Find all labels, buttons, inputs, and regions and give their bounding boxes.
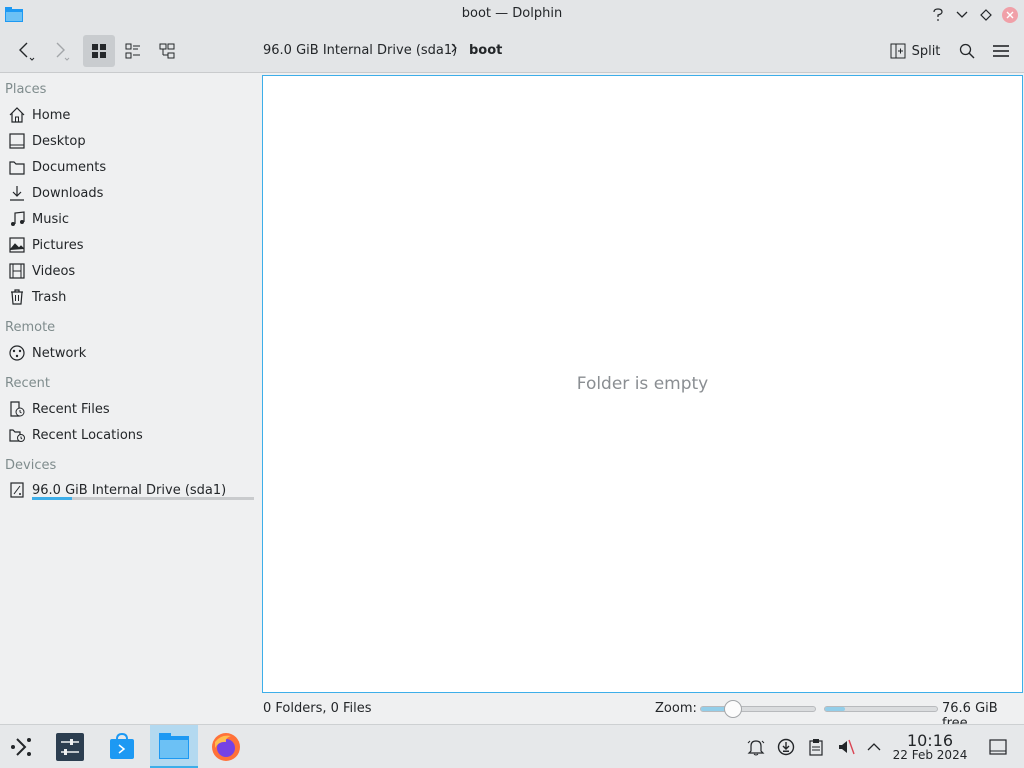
free-space-fill (825, 707, 846, 711)
music-icon (8, 210, 26, 228)
documents-icon (8, 158, 26, 176)
breadcrumb-item-current[interactable]: boot (469, 43, 502, 58)
zoom-label: Zoom: (655, 701, 697, 716)
place-music[interactable]: Music (0, 206, 258, 232)
place-pictures[interactable]: Pictures (0, 232, 258, 258)
free-space-bar (824, 706, 938, 712)
show-desktop-icon[interactable] (988, 737, 1008, 757)
notifications-icon[interactable] (746, 737, 766, 757)
place-label: Pictures (32, 237, 84, 253)
place-downloads[interactable]: Downloads (0, 180, 258, 206)
place-label: Documents (32, 159, 107, 175)
drive-capacity-fill (32, 497, 72, 500)
minimize-icon[interactable] (952, 5, 972, 25)
places-panel: Places Home Desktop Documents Downloads … (0, 74, 260, 694)
place-label: Downloads (32, 185, 104, 201)
place-label: Videos (32, 263, 76, 279)
firefox-button[interactable] (204, 725, 248, 768)
trash-icon (8, 288, 26, 306)
place-trash[interactable]: Trash (0, 284, 258, 310)
drive-icon (8, 481, 26, 499)
details-view-button[interactable] (151, 35, 183, 67)
system-settings-icon (56, 733, 84, 761)
split-button[interactable]: Split (886, 35, 944, 67)
title-bar[interactable]: boot — Dolphin (0, 0, 1024, 29)
main-toolbar: 96.0 GiB Internal Drive (sda1) boot Spli… (0, 29, 1024, 73)
discover-icon (110, 733, 134, 759)
device-label: 96.0 GiB Internal Drive (sda1) (32, 482, 227, 498)
volume-muted-icon[interactable] (836, 737, 856, 757)
place-videos[interactable]: Videos (0, 258, 258, 284)
place-recent-files[interactable]: Recent Files (0, 396, 258, 422)
compact-view-icon (125, 43, 140, 59)
app-launcher-icon (11, 738, 31, 756)
recent-section-title: Recent (5, 376, 50, 391)
network-icon (8, 344, 26, 362)
window-title: boot — Dolphin (461, 6, 563, 21)
folder-summary: 0 Folders, 0 Files (263, 701, 372, 716)
compact-view-button[interactable] (117, 35, 149, 67)
help-icon[interactable] (928, 5, 948, 25)
empty-folder-message: Folder is empty (576, 374, 709, 394)
hamburger-menu-icon (993, 45, 1009, 57)
devices-section-title: Devices (5, 458, 57, 473)
maximize-icon[interactable] (976, 5, 996, 25)
back-button[interactable] (10, 35, 40, 67)
recent-files-icon (8, 400, 26, 418)
file-view[interactable]: Folder is empty (262, 75, 1023, 693)
drive-capacity-bar (32, 497, 254, 500)
discover-button[interactable] (100, 725, 144, 768)
place-recent-locations[interactable]: Recent Locations (0, 422, 258, 448)
breadcrumb-item-drive[interactable]: 96.0 GiB Internal Drive (sda1) (263, 43, 457, 58)
split-icon (890, 43, 906, 59)
home-icon (8, 106, 26, 124)
recent-locations-icon (8, 426, 26, 444)
place-label: Recent Files (32, 401, 110, 417)
forward-button[interactable] (44, 35, 74, 67)
taskbar: 10:16 22 Feb 2024 (0, 724, 1024, 768)
place-label: Trash (32, 289, 67, 305)
firefox-icon (212, 733, 240, 761)
dolphin-task-button[interactable] (150, 725, 198, 768)
place-network[interactable]: Network (0, 340, 258, 366)
places-section-title: Places (5, 82, 47, 97)
place-label: Home (32, 107, 71, 123)
place-label: Desktop (32, 133, 86, 149)
place-label: Recent Locations (32, 427, 143, 443)
place-home[interactable]: Home (0, 102, 258, 128)
updates-icon[interactable] (776, 737, 796, 757)
status-bar: 0 Folders, 0 Files Zoom: 76.6 GiB free (0, 696, 1024, 731)
icons-view-icon (92, 44, 106, 58)
close-icon[interactable] (1000, 5, 1020, 25)
icons-view-button[interactable] (83, 35, 115, 67)
search-icon (959, 43, 975, 59)
zoom-slider[interactable] (700, 700, 816, 718)
tray-expand-icon[interactable] (864, 737, 884, 757)
zoom-slider-handle[interactable] (723, 700, 742, 718)
place-desktop[interactable]: Desktop (0, 128, 258, 154)
app-launcher-button[interactable] (0, 725, 44, 768)
place-label: Network (32, 345, 87, 361)
downloads-icon (8, 184, 26, 202)
dolphin-icon (159, 732, 189, 759)
clipboard-icon[interactable] (806, 737, 826, 757)
search-button[interactable] (952, 35, 982, 67)
pictures-icon (8, 236, 26, 254)
split-label: Split (911, 43, 941, 59)
desktop-icon (8, 132, 26, 150)
clock-date[interactable]: 22 Feb 2024 (890, 748, 970, 762)
system-settings-button[interactable] (48, 725, 92, 768)
breadcrumb-separator-icon (450, 41, 458, 59)
remote-section-title: Remote (5, 320, 56, 335)
place-documents[interactable]: Documents (0, 154, 258, 180)
details-view-icon (159, 43, 175, 59)
videos-icon (8, 262, 26, 280)
menu-button[interactable] (986, 35, 1016, 67)
place-label: Music (32, 211, 69, 227)
